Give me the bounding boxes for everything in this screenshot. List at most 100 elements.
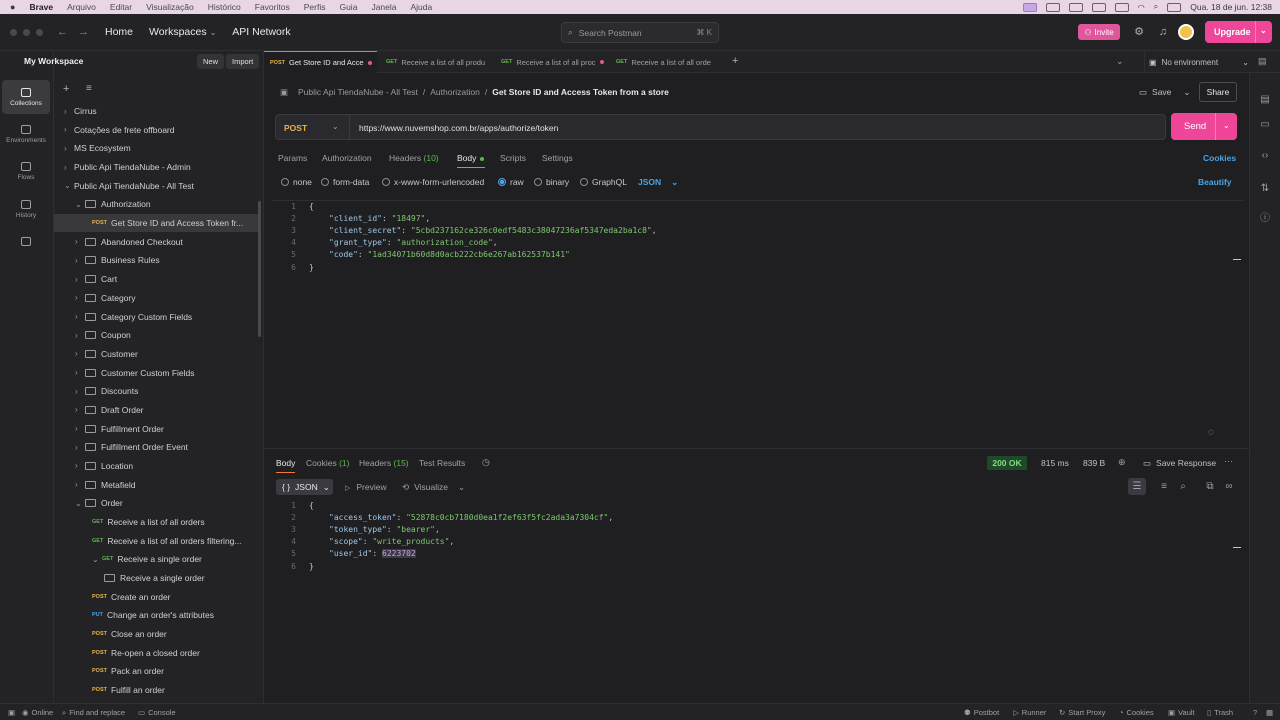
menubar-app-icon[interactable] — [1114, 2, 1129, 12]
related-icon[interactable]: ⇅ — [1259, 183, 1271, 195]
breadcrumb-folder[interactable]: Authorization — [430, 87, 480, 97]
code-line[interactable]: "client_secret": "5cbd237162ce326c0edf54… — [329, 225, 657, 237]
avatar[interactable] — [1178, 24, 1194, 40]
chevron-right-icon[interactable]: › — [75, 424, 85, 433]
request-item[interactable]: POST Close an order — [54, 625, 260, 643]
chevron-down-icon[interactable]: ⌄ — [64, 181, 74, 190]
add-icon[interactable]: + — [63, 83, 69, 95]
nav-workspaces[interactable]: Workspaces ⌄ — [149, 26, 216, 38]
request-item[interactable]: POST Fulfill an order — [54, 681, 260, 699]
nav-home[interactable]: Home — [105, 26, 133, 38]
response-tab-cookies[interactable]: Cookies (1) — [306, 458, 349, 468]
save-response-button[interactable]: ▭ Save Response — [1143, 458, 1216, 469]
body-mode-binary[interactable]: binary — [534, 177, 569, 187]
copy-icon[interactable]: ⧉ — [1204, 481, 1216, 493]
response-tab-test-results[interactable]: Test Results — [419, 458, 465, 468]
chevron-down-icon[interactable]: ⌄ — [1183, 87, 1190, 97]
menubar-app-icon[interactable] — [1068, 2, 1083, 12]
vault[interactable]: ▣ Vault — [1168, 708, 1195, 717]
menu-perfis[interactable]: Perfis — [304, 2, 326, 12]
tab-request[interactable]: POST Get Store ID and Acce — [264, 51, 377, 73]
body-mode-form-data[interactable]: form-data — [321, 177, 369, 187]
chevron-down-icon[interactable]: ⌄ — [1223, 121, 1230, 130]
collection-item[interactable]: › MS Ecosystem — [54, 139, 260, 157]
folder-item[interactable]: › Customer — [54, 345, 260, 363]
folder-item[interactable]: › Metafield — [54, 476, 260, 494]
collection-item[interactable]: › Cotações de frete offboard — [54, 121, 260, 139]
start-proxy[interactable]: ↻ Start Proxy — [1059, 708, 1105, 717]
breadcrumb-request[interactable]: Get Store ID and Access Token from a sto… — [492, 87, 669, 97]
code-line[interactable]: } — [309, 262, 314, 274]
body-mode-raw[interactable]: raw — [498, 177, 524, 187]
workspace-title[interactable]: My Workspace — [24, 56, 83, 66]
more-options-icon[interactable]: ··· — [1224, 456, 1233, 466]
preview-button[interactable]: ▷ Preview — [345, 482, 387, 492]
keyboard-layout-icon[interactable] — [1091, 2, 1106, 12]
environment-selector[interactable]: ▣ No environment ⌄ — [1144, 51, 1249, 73]
response-size[interactable]: 839 B — [1083, 458, 1105, 468]
collection-item[interactable]: ⌄ Public Api TiendaNube - All Test — [54, 177, 260, 195]
folder-item[interactable]: › Location — [54, 457, 260, 475]
chevron-down-icon[interactable]: ⌄ — [75, 200, 85, 209]
window-controls[interactable] — [10, 28, 43, 36]
folder-item[interactable]: › Fulfillment Order — [54, 420, 260, 438]
upgrade-button[interactable]: Upgrade ⌄ — [1205, 21, 1272, 43]
chevron-right-icon[interactable]: › — [75, 461, 85, 470]
info-icon[interactable]: ⓘ — [1259, 213, 1271, 225]
chevron-down-icon[interactable]: ⌄ — [92, 555, 102, 564]
folder-item[interactable]: › Cart — [54, 270, 260, 288]
console[interactable]: ▭ Console — [138, 708, 176, 717]
cookies-link[interactable]: Cookies — [1203, 153, 1236, 163]
back-arrow-icon[interactable]: ← — [57, 26, 68, 38]
save-button[interactable]: ▭ Save ⌄ — [1139, 87, 1191, 98]
layout-icon[interactable]: ▣ — [8, 708, 15, 717]
settings-gear-icon[interactable]: ⚙ — [1132, 25, 1146, 39]
chevron-right-icon[interactable]: › — [64, 125, 74, 134]
help-icon[interactable]: ? — [1253, 708, 1257, 717]
filter-icon[interactable]: ≡ — [1158, 481, 1170, 493]
code-icon[interactable]: ‹› — [1259, 150, 1271, 162]
tab-request[interactable]: GET Receive a list of all proc — [495, 51, 607, 73]
search-icon[interactable]: ⌕ — [1154, 2, 1158, 12]
chevron-down-icon[interactable]: ⌄ — [75, 499, 85, 508]
editor-settings-icon[interactable]: ◌ — [1208, 427, 1214, 438]
folder-item[interactable]: › Abandoned Checkout — [54, 233, 260, 251]
tab-body[interactable]: Body — [457, 153, 485, 163]
comments-icon[interactable]: ▭ — [1259, 119, 1271, 131]
menu-historico[interactable]: Histórico — [208, 2, 241, 12]
code-line[interactable]: "grant_type": "authorization_code", — [329, 237, 498, 249]
response-tab-headers[interactable]: Headers (15) — [359, 458, 409, 468]
chevron-right-icon[interactable]: › — [75, 237, 85, 246]
folder-item[interactable]: › Category Custom Fields — [54, 308, 260, 326]
menu-arquivo[interactable]: Arquivo — [67, 2, 96, 12]
response-format-select[interactable]: { } JSON ⌄ — [276, 479, 333, 495]
cookies-status[interactable]: ◔ Cookies — [1119, 708, 1154, 717]
body-mode-graphql[interactable]: GraphQL — [580, 177, 627, 187]
postbot[interactable]: ⚉ Postbot — [964, 708, 999, 717]
collection-item[interactable]: › Cirrus — [54, 102, 260, 120]
code-line[interactable]: "access_token": "52878c0cb7180d0ea1f2ef6… — [329, 512, 613, 524]
tab-request[interactable]: GET Receive a list of all produ — [380, 51, 490, 73]
chevron-right-icon[interactable]: › — [75, 331, 85, 340]
runner[interactable]: ▷ Runner — [1013, 708, 1046, 717]
menu-visualizacao[interactable]: Visualização — [146, 2, 194, 12]
rail-collections[interactable]: Collections — [2, 80, 50, 114]
language-select[interactable]: JSON ⌄ — [638, 177, 678, 188]
rail-flows[interactable]: Flows — [2, 154, 50, 188]
nav-api-network[interactable]: API Network — [232, 26, 290, 38]
folder-item[interactable]: › Draft Order — [54, 401, 260, 419]
request-item[interactable]: GET Receive a list of all orders — [54, 513, 260, 531]
body-mode-none[interactable]: none — [281, 177, 312, 187]
code-line[interactable]: { — [309, 500, 314, 512]
chevron-right-icon[interactable]: › — [75, 312, 85, 321]
sidebar-scrollbar[interactable] — [258, 201, 261, 337]
request-item[interactable]: ⌄ GET Receive a single order — [54, 550, 260, 568]
code-line[interactable]: } — [309, 561, 314, 573]
request-item[interactable]: GET Receive a list of all orders filterin… — [54, 532, 260, 550]
beautify-button[interactable]: Beautify — [1198, 177, 1232, 187]
folder-item[interactable]: › Discounts — [54, 382, 260, 400]
menu-guia[interactable]: Guia — [339, 2, 357, 12]
tab-scripts[interactable]: Scripts — [500, 153, 526, 163]
breadcrumb-collection[interactable]: Public Api TiendaNube - All Test — [298, 87, 418, 97]
chevron-right-icon[interactable]: › — [75, 387, 85, 396]
